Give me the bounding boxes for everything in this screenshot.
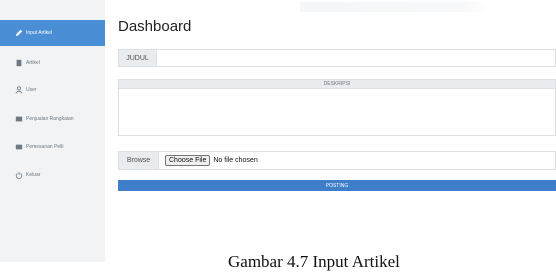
judul-label: JUDUL (119, 50, 157, 66)
judul-input[interactable] (157, 50, 555, 66)
sidebar-item-label: User (26, 87, 37, 93)
sidebar-item-label: Penjualan Rangkaian (26, 116, 74, 122)
sidebar-item-pemesanan-pelli[interactable]: Pemesanan Pelli (0, 134, 105, 160)
browse-row: Browse Choose File No file chosen (118, 151, 556, 170)
posting-button[interactable]: POSTING (118, 180, 556, 191)
power-icon (14, 171, 23, 180)
sidebar-item-penjualan-rangkaian[interactable]: Penjualan Rangkaian (0, 106, 105, 132)
sidebar-item-artikel[interactable]: Artikel (0, 50, 105, 76)
cart-icon (14, 143, 23, 152)
figure-caption: Gambar 4.7 Input Artikel (228, 252, 400, 271)
sidebar-item-user[interactable]: User (0, 77, 105, 103)
document-icon (14, 59, 23, 68)
sidebar-item-label: Keluar (26, 172, 41, 178)
sidebar-item-input-artikel[interactable]: Input Artikel (0, 20, 105, 46)
deskripsi-label: DESKRIPSI (118, 79, 556, 89)
sidebar-item-label: Pemesanan Pelli (26, 144, 64, 150)
sidebar: Input Artikel Artikel User Penjualan Ran… (0, 0, 105, 262)
sidebar-item-label: Input Artikel (26, 30, 53, 36)
user-icon (14, 86, 23, 95)
pencil-icon (14, 29, 23, 38)
browse-label: Browse (119, 152, 159, 169)
sidebar-item-keluar[interactable]: Keluar (0, 162, 105, 188)
file-status: No file chosen (213, 157, 258, 164)
choose-file-button[interactable]: Choose File (165, 155, 211, 166)
sidebar-item-label: Artikel (26, 60, 40, 66)
judul-row: JUDUL (118, 49, 556, 67)
top-bar-decoration (300, 2, 490, 12)
deskripsi-textarea[interactable] (118, 89, 556, 136)
sales-icon (14, 115, 23, 124)
page-title: Dashboard (118, 18, 192, 35)
